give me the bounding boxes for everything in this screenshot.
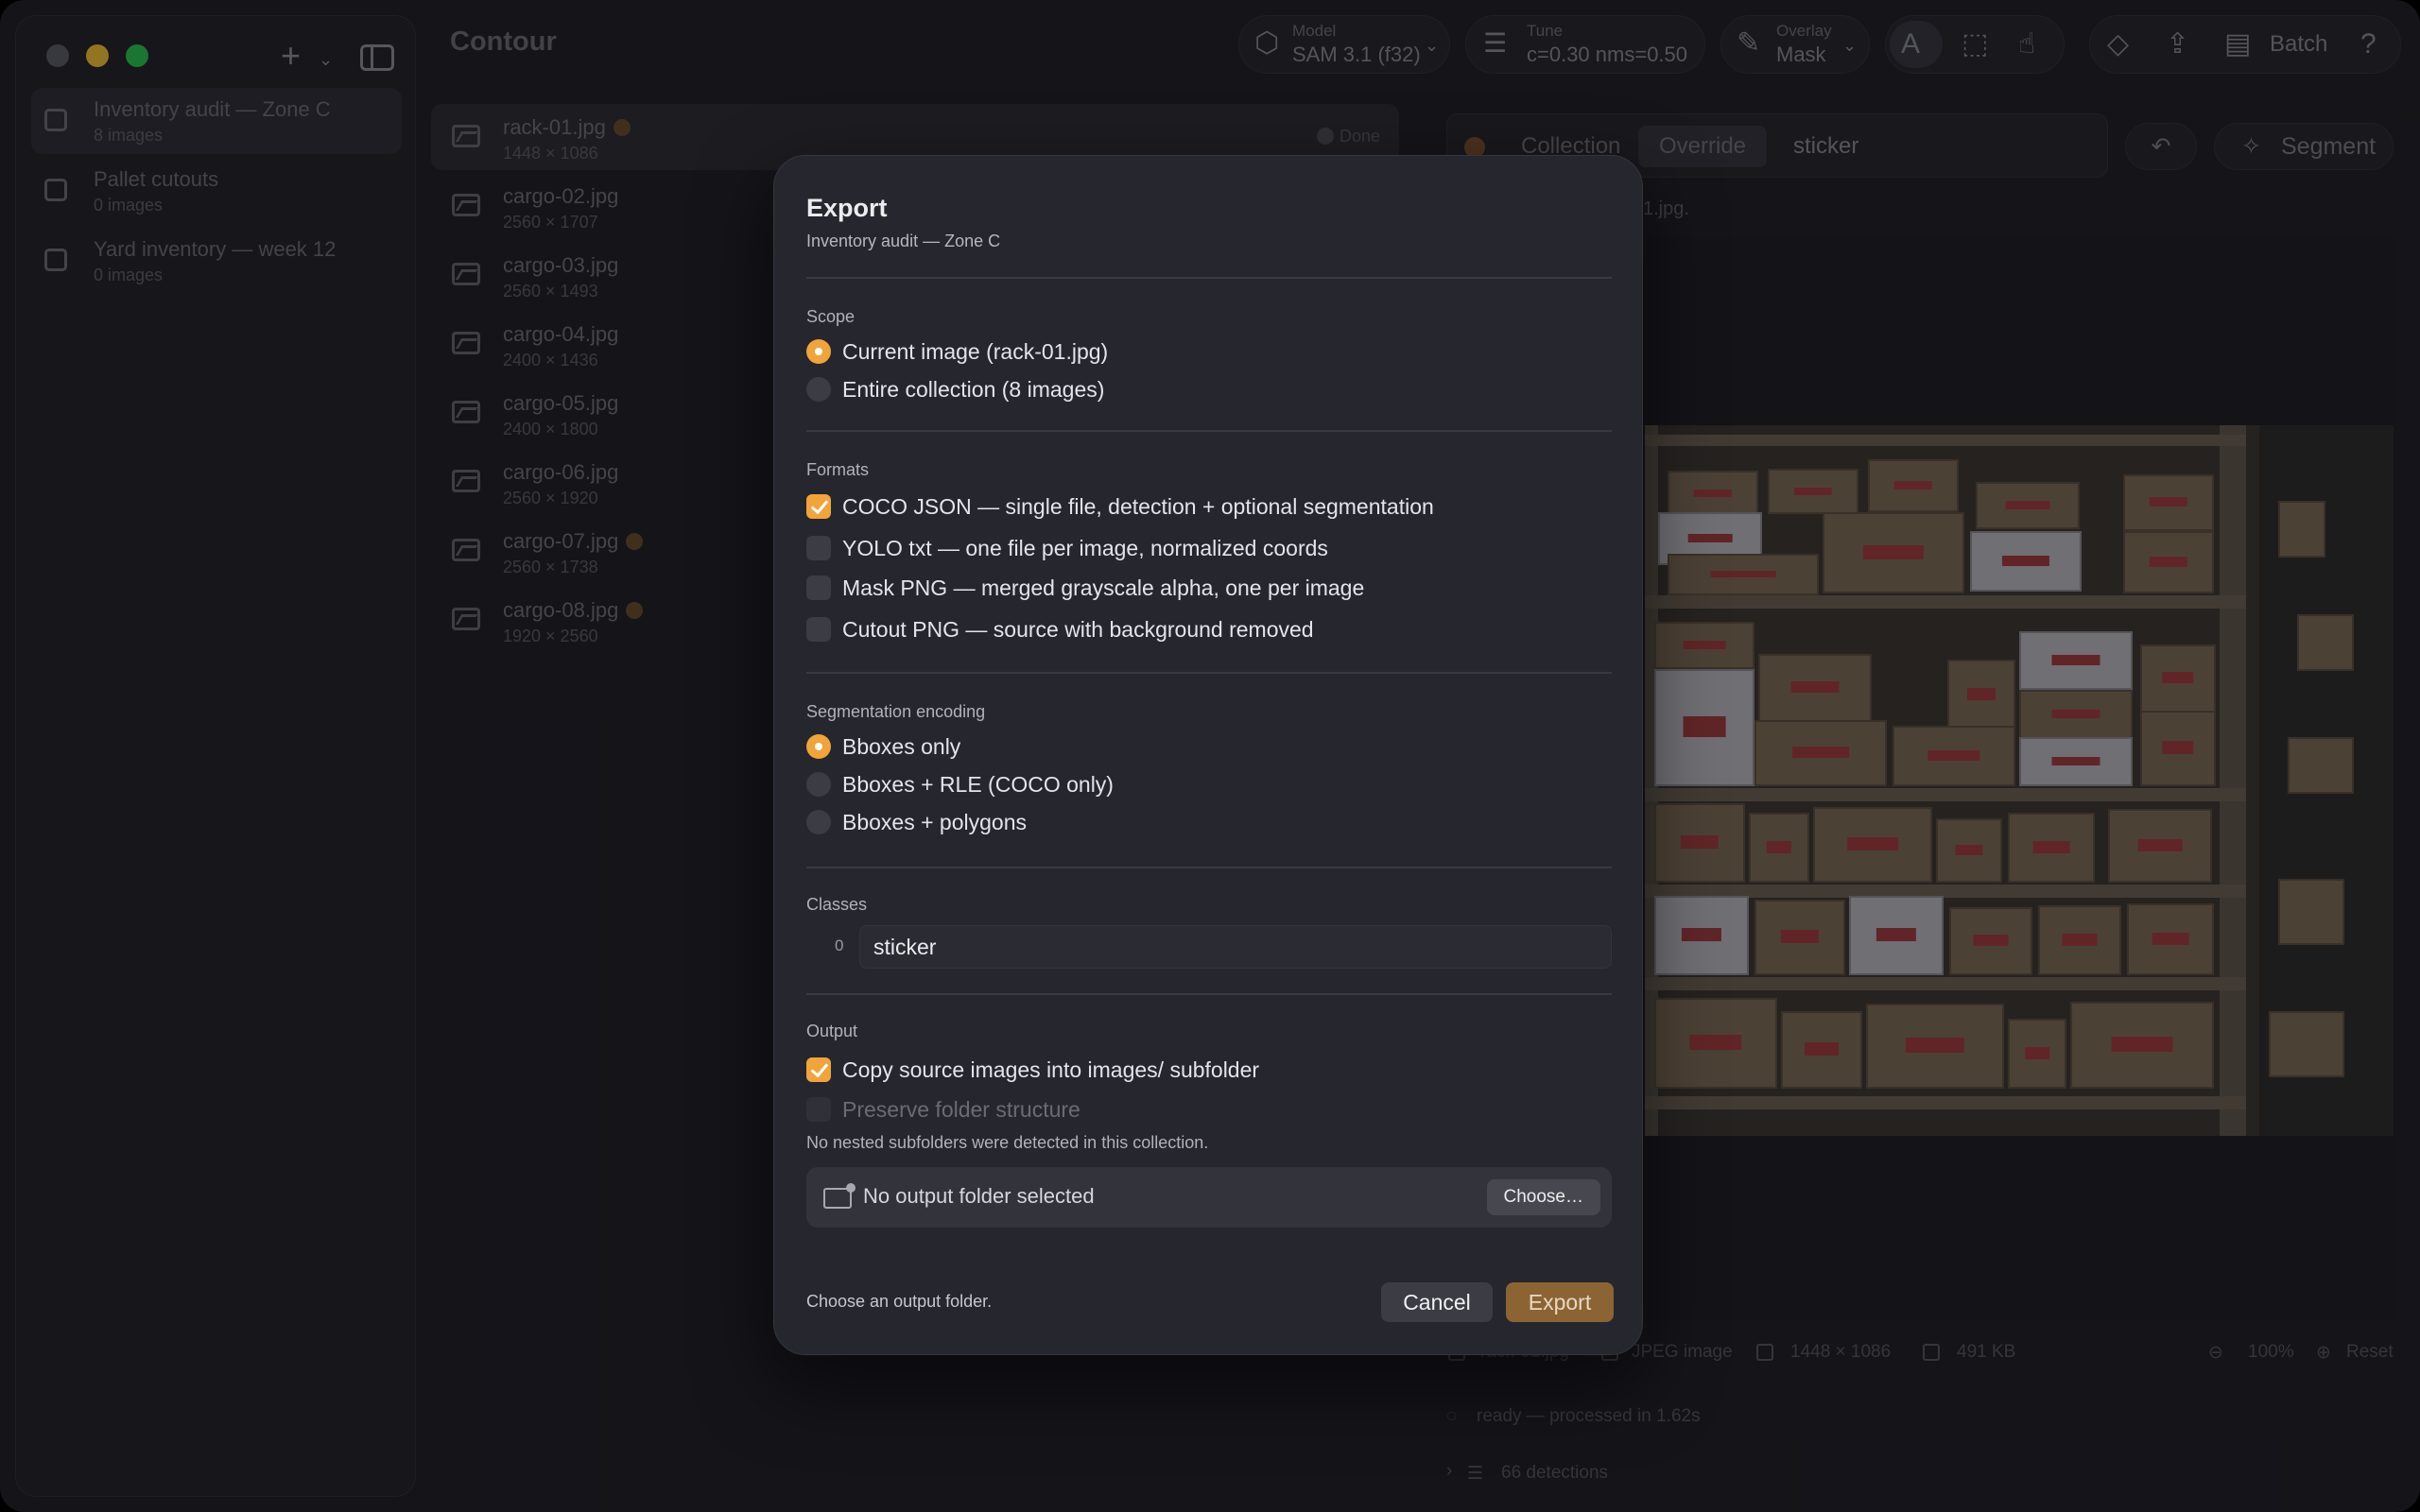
checkbox-unchecked[interactable]	[806, 536, 831, 560]
dialog-subtitle: Inventory audit — Zone C	[806, 232, 1001, 250]
export-dialog: Export Inventory audit — Zone C Scope Cu…	[773, 155, 1643, 1355]
divider	[806, 430, 1612, 432]
radio-unselected[interactable]	[806, 377, 831, 402]
radio-selected[interactable]	[806, 734, 831, 759]
radio-unselected[interactable]	[806, 810, 831, 834]
nested-folders-hint: No nested subfolders were detected in th…	[806, 1133, 1209, 1152]
class-name-input[interactable]: sticker	[859, 925, 1612, 969]
formats-section-label: Formats	[806, 460, 870, 479]
checkbox-unchecked[interactable]	[806, 576, 831, 600]
divider	[806, 867, 1612, 868]
checkbox-checked[interactable]	[806, 1057, 831, 1082]
scope-section-label: Scope	[806, 307, 856, 326]
checkbox-disabled	[806, 1097, 831, 1122]
divider	[806, 277, 1612, 279]
output-folder-path: No output folder selected	[863, 1184, 1095, 1208]
class-row: 0 sticker	[806, 925, 1612, 969]
divider	[806, 993, 1612, 995]
radio-unselected[interactable]	[806, 772, 831, 797]
radio-selected[interactable]	[806, 339, 831, 364]
checkbox-checked[interactable]	[806, 494, 831, 519]
output-section-label: Output	[806, 1022, 858, 1040]
class-index: 0	[835, 936, 844, 954]
cancel-button[interactable]: Cancel	[1381, 1282, 1493, 1322]
app-window: + ⌄ Inventory audit — Zone C 8 images Pal…	[0, 0, 2420, 1512]
export-button[interactable]: Export	[1506, 1282, 1614, 1322]
validation-note: Choose an output folder.	[806, 1292, 993, 1311]
classes-section-label: Classes	[806, 895, 868, 914]
dialog-title: Export	[806, 194, 888, 222]
folder-icon	[823, 1183, 856, 1209]
divider	[806, 672, 1612, 674]
checkbox-unchecked[interactable]	[806, 617, 831, 642]
output-folder-row: No output folder selected Choose…	[806, 1167, 1612, 1228]
encoding-section-label: Segmentation encoding	[806, 702, 986, 721]
choose-folder-button[interactable]: Choose…	[1486, 1179, 1600, 1215]
